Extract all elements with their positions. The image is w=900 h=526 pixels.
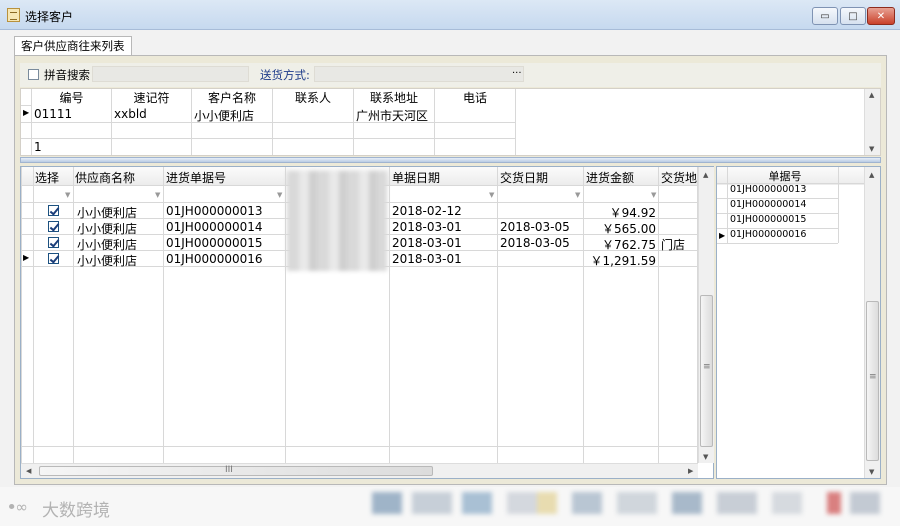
filter-dropdown-icon[interactable]: ▼ bbox=[489, 191, 494, 199]
cell-doc-no[interactable]: 01JH000000014 bbox=[166, 220, 263, 234]
filter-dropdown-icon[interactable]: ▼ bbox=[65, 191, 70, 199]
cell-code[interactable]: 01111 bbox=[34, 107, 72, 121]
customer-grid-scrollbar[interactable]: ▲ ▼ bbox=[864, 89, 880, 155]
scroll-up-icon[interactable]: ▲ bbox=[869, 91, 874, 99]
selected-docs-grid: 单据号 01JH000000013 01JH000000014 01JH000000… bbox=[716, 166, 881, 479]
redacted-column bbox=[287, 171, 387, 271]
filter-dropdown-icon[interactable]: ▼ bbox=[575, 191, 580, 199]
customer-grid: 编号 速记符 客户名称 联系人 联系地址 电话 ▶ 01111 xxbld 小小… bbox=[20, 88, 881, 156]
scroll-down-icon[interactable]: ▼ bbox=[703, 453, 708, 461]
col-header-contact[interactable]: 联系人 bbox=[273, 89, 353, 106]
col-header-doc-no[interactable]: 进货单据号 bbox=[166, 169, 226, 186]
filter-dropdown-icon[interactable]: ▼ bbox=[155, 191, 160, 199]
cell-doc-number[interactable]: 01JH000000014 bbox=[730, 199, 806, 210]
purchase-orders-grid: 选择 供应商名称 进货单据号 单据日期 交货日期 进货金额 交货地 ▼ ▼ ▼ … bbox=[20, 166, 714, 479]
cell-supplier[interactable]: 小小便利店 bbox=[77, 236, 137, 253]
filter-dropdown-icon[interactable]: ▼ bbox=[277, 191, 282, 199]
select-checkbox[interactable] bbox=[48, 205, 59, 216]
watermark-text: 大数跨境 bbox=[42, 501, 110, 521]
scroll-right-icon[interactable]: ▶ bbox=[688, 467, 693, 475]
footer-count: 1 bbox=[34, 140, 42, 154]
cell-doc-date[interactable]: 2018-03-01 bbox=[392, 220, 462, 234]
col-header-delivery-date[interactable]: 交货日期 bbox=[500, 169, 548, 186]
app-icon bbox=[7, 8, 20, 22]
panel-splitter[interactable] bbox=[20, 157, 881, 163]
delivery-method-picker-button[interactable]: ... bbox=[512, 65, 522, 76]
orders-vertical-scrollbar[interactable]: ▲ ≡ ▼ bbox=[698, 167, 714, 463]
maximize-button[interactable]: □ bbox=[840, 7, 866, 25]
delivery-method-field[interactable] bbox=[314, 66, 524, 82]
filter-dropdown-icon[interactable]: ▼ bbox=[651, 191, 656, 199]
cell-amount[interactable]: ￥1,291.59 bbox=[584, 252, 656, 269]
tab-customer-supplier-list[interactable]: 客户供应商往来列表 bbox=[14, 36, 132, 56]
cell-supplier[interactable]: 小小便利店 bbox=[77, 204, 137, 221]
cell-doc-no[interactable]: 01JH000000016 bbox=[166, 252, 263, 266]
row-pointer-icon: ▶ bbox=[23, 253, 30, 262]
cell-doc-date[interactable]: 2018-02-12 bbox=[392, 204, 462, 218]
watermark-logo: ꔷ∞ bbox=[8, 498, 28, 516]
cell-supplier[interactable]: 小小便利店 bbox=[77, 220, 137, 237]
cell-amount[interactable]: ￥94.92 bbox=[584, 204, 656, 221]
select-checkbox[interactable] bbox=[48, 253, 59, 264]
cell-delivery-date[interactable]: 2018-03-05 bbox=[500, 220, 570, 234]
cell-doc-no[interactable]: 01JH000000015 bbox=[166, 236, 263, 250]
col-header-doc-date[interactable]: 单据日期 bbox=[392, 169, 440, 186]
cell-delivery-place[interactable]: 门店 bbox=[661, 236, 697, 253]
cell-doc-date[interactable]: 2018-03-01 bbox=[392, 252, 462, 266]
cell-amount[interactable]: ￥762.75 bbox=[584, 236, 656, 253]
orders-horizontal-scrollbar[interactable]: ◀ III ▶ bbox=[21, 463, 698, 478]
col-header-code[interactable]: 编号 bbox=[32, 89, 111, 106]
scroll-thumb[interactable]: ≡ bbox=[700, 295, 713, 447]
row-pointer-icon: ▶ bbox=[23, 108, 30, 117]
scroll-left-icon[interactable]: ◀ bbox=[26, 467, 31, 475]
pinyin-search-checkbox[interactable] bbox=[28, 69, 39, 80]
cell-customer-name[interactable]: 小小便利店 bbox=[194, 107, 254, 124]
cell-doc-date[interactable]: 2018-03-01 bbox=[392, 236, 462, 250]
cell-supplier[interactable]: 小小便利店 bbox=[77, 252, 137, 269]
select-checkbox[interactable] bbox=[48, 221, 59, 232]
obscured-buttons bbox=[372, 492, 880, 514]
cell-amount[interactable]: ￥565.00 bbox=[584, 220, 656, 237]
col-header-phone[interactable]: 电话 bbox=[435, 89, 515, 106]
close-button[interactable]: ✕ bbox=[867, 7, 895, 25]
search-bar: 拼音搜索 送货方式: ... bbox=[20, 63, 881, 87]
search-input[interactable] bbox=[92, 66, 249, 82]
select-checkbox[interactable] bbox=[48, 237, 59, 248]
window-title: 选择客户 bbox=[25, 10, 74, 24]
scroll-up-icon[interactable]: ▲ bbox=[869, 171, 874, 179]
scroll-down-icon[interactable]: ▼ bbox=[869, 468, 874, 476]
cell-doc-no[interactable]: 01JH000000013 bbox=[166, 204, 263, 218]
cell-doc-number[interactable]: 01JH000000016 bbox=[730, 229, 806, 240]
scroll-thumb[interactable]: III bbox=[39, 465, 433, 476]
col-header-address[interactable]: 联系地址 bbox=[354, 89, 434, 106]
pinyin-search-label: 拼音搜索 bbox=[44, 68, 90, 82]
selected-docs-scrollbar[interactable]: ▲ ≡ ▼ bbox=[864, 167, 880, 478]
cell-delivery-date[interactable]: 2018-03-05 bbox=[500, 236, 570, 250]
col-header-delivery-place[interactable]: 交货地 bbox=[661, 169, 697, 186]
scroll-down-icon[interactable]: ▼ bbox=[869, 145, 874, 153]
window-titlebar: 选择客户 ▭ □ ✕ bbox=[0, 0, 900, 30]
cell-doc-number[interactable]: 01JH000000015 bbox=[730, 214, 806, 225]
delivery-method-label: 送货方式: bbox=[260, 68, 310, 82]
col-header-doc-number[interactable]: 单据号 bbox=[725, 168, 845, 184]
col-header-customer-name[interactable]: 客户名称 bbox=[192, 89, 272, 106]
scroll-thumb[interactable]: ≡ bbox=[866, 301, 879, 461]
cell-address[interactable]: 广州市天河区 bbox=[356, 107, 428, 124]
scroll-up-icon[interactable]: ▲ bbox=[703, 171, 708, 179]
cell-doc-number[interactable]: 01JH000000013 bbox=[730, 184, 806, 195]
col-header-shorthand[interactable]: 速记符 bbox=[112, 89, 191, 106]
col-header-supplier[interactable]: 供应商名称 bbox=[75, 169, 135, 186]
cell-shorthand[interactable]: xxbld bbox=[114, 107, 147, 121]
col-header-amount[interactable]: 进货金额 bbox=[586, 169, 634, 186]
minimize-button[interactable]: ▭ bbox=[812, 7, 838, 25]
col-header-select[interactable]: 选择 bbox=[35, 169, 59, 186]
row-pointer-icon: ▶ bbox=[719, 231, 726, 240]
